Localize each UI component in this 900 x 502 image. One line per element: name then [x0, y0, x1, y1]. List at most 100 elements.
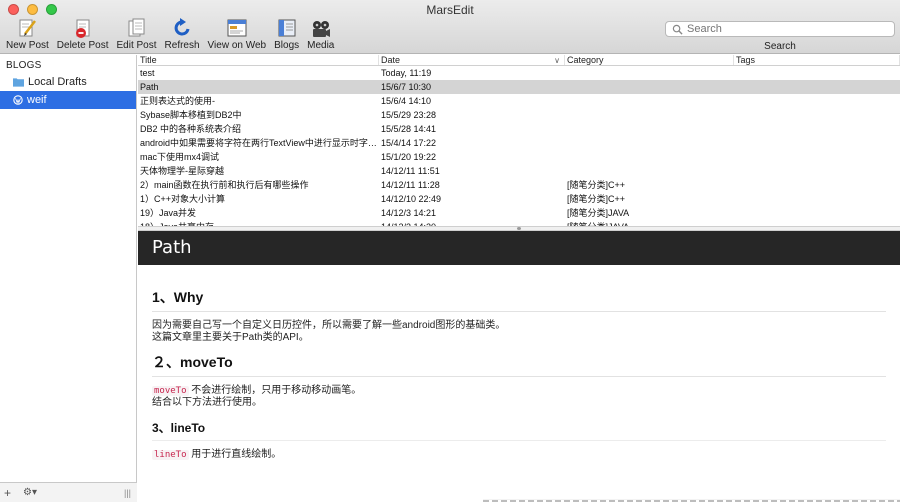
cell-category: [565, 108, 734, 122]
cell-tags: [734, 192, 900, 206]
table-row[interactable]: 2）main函数在执行前和执行后有哪些操作 14/12/11 11:28 [随笔分类…: [138, 178, 900, 192]
edit-post-button[interactable]: Edit Post: [113, 17, 161, 51]
column-header-category[interactable]: Category: [565, 55, 734, 65]
media-label: Media: [307, 40, 335, 51]
search-icon: [672, 24, 683, 35]
cell-title: Path: [140, 82, 159, 92]
add-blog-button[interactable]: +: [4, 486, 11, 500]
cell-tags: [734, 66, 900, 80]
table-row[interactable]: 正则表达式的使用- 15/6/4 14:10: [138, 94, 900, 108]
refresh-label: Refresh: [164, 40, 200, 51]
column-header-date-label: Date: [381, 55, 401, 65]
cell-date: 15/5/28 14:41: [381, 124, 437, 134]
blogs-sidebar: BLOGS Local Drafts weif + ⚙▾ |||: [0, 55, 137, 502]
cell-date: 15/4/14 17:22: [381, 138, 437, 148]
table-row[interactable]: mac下使用mx4调试 15/1/20 19:22: [138, 150, 900, 164]
cell-tags: [734, 122, 900, 136]
delete-post-label: Delete Post: [56, 40, 109, 51]
refresh-icon: [174, 18, 190, 36]
sidebar-action-menu[interactable]: ⚙▾: [23, 487, 37, 498]
divider-handle-icon[interactable]: [517, 227, 521, 230]
new-post-button[interactable]: New Post: [2, 17, 53, 51]
table-row[interactable]: Path 15/6/7 10:30: [138, 80, 900, 94]
view-on-web-label: View on Web: [207, 40, 267, 51]
cell-date: 15/1/20 19:22: [381, 152, 437, 162]
table-row[interactable]: 19）Java并发 14/12/3 14:21 [随笔分类]JAVA: [138, 206, 900, 220]
sidebar-bottom-bar: + ⚙▾ |||: [0, 482, 137, 502]
section-heading-lineto: 3、lineTo: [152, 419, 886, 441]
blogs-label: Blogs: [274, 40, 300, 51]
paragraph-text: 用于进行直线绘制。: [188, 449, 282, 460]
cell-title: android中如果需要将字符在两行TextView中进行显示时字…: [140, 138, 377, 148]
view-on-web-button[interactable]: View on Web: [204, 17, 271, 51]
preview-title: Path: [138, 231, 900, 265]
cell-category: [随笔分类]C++: [567, 194, 626, 204]
new-post-icon: [19, 19, 37, 37]
delete-post-button[interactable]: Delete Post: [53, 17, 113, 51]
cell-tags: [734, 164, 900, 178]
cell-tags: [734, 80, 900, 94]
cell-title: test: [140, 68, 155, 78]
cell-title: 1）C++对象大小计算: [140, 194, 226, 204]
paragraph-line: 结合以下方法进行使用。: [152, 397, 262, 408]
cell-category: [565, 164, 734, 178]
title-toolbar: MarsEdit New Post Delete Post Edit Post …: [0, 0, 900, 54]
edit-post-label: Edit Post: [116, 40, 157, 51]
paragraph-line: 这篇文章里主要关于Path类的API。: [152, 332, 309, 343]
table-row[interactable]: android中如果需要将字符在两行TextView中进行显示时字… 15/4/1…: [138, 136, 900, 150]
post-list: Title Date ∨ Category Tags test Today, 11…: [138, 55, 900, 226]
paragraph: moveTo 不会进行绘制，只用于移动移动画笔。 结合以下方法进行使用。: [152, 385, 886, 409]
table-row[interactable]: 天体物理学-星际穿越 14/12/11 11:51: [138, 164, 900, 178]
cell-category: [565, 136, 734, 150]
wordpress-icon: [13, 95, 23, 105]
cell-date: Today, 11:19: [381, 68, 432, 78]
post-list-header: Title Date ∨ Category Tags: [138, 55, 900, 66]
media-button[interactable]: Media: [303, 17, 338, 51]
cell-category: [565, 94, 734, 108]
cell-date: 15/5/29 23:28: [381, 110, 437, 120]
new-post-label: New Post: [6, 40, 49, 51]
cell-category: [565, 80, 734, 94]
search-label: Search: [764, 41, 796, 52]
table-row[interactable]: Sybase脚本移植到DB2中 15/5/29 23:28: [138, 108, 900, 122]
folder-icon: [13, 78, 24, 87]
cell-title: 天体物理学-星际穿越: [140, 166, 224, 176]
sidebar-heading: BLOGS: [6, 60, 42, 71]
window-title: MarsEdit: [426, 3, 474, 17]
cell-date: 14/12/11 11:28: [381, 180, 440, 190]
table-row[interactable]: test Today, 11:19: [138, 66, 900, 80]
cell-title: 19）Java并发: [140, 208, 197, 218]
cell-category: [565, 122, 734, 136]
table-row[interactable]: 1）C++对象大小计算 14/12/10 22:49 [随笔分类]C++: [138, 192, 900, 206]
toolbar: New Post Delete Post Edit Post Refresh V…: [2, 17, 338, 51]
search-field[interactable]: [665, 21, 895, 37]
search-input[interactable]: [687, 23, 877, 35]
cell-category: [随笔分类]JAVA: [567, 208, 630, 218]
cell-title: Sybase脚本移植到DB2中: [140, 110, 242, 120]
view-on-web-icon: [227, 19, 247, 37]
resize-grip-icon[interactable]: |||: [124, 488, 131, 498]
inline-code: moveTo: [152, 386, 189, 396]
section-heading-why: 1、Why: [152, 287, 886, 312]
column-header-title[interactable]: Title: [138, 55, 379, 65]
column-header-date[interactable]: Date ∨: [379, 55, 565, 65]
cell-category: [565, 150, 734, 164]
cell-title: DB2 中的各种系统表介绍: [140, 124, 242, 134]
cell-tags: [734, 136, 900, 150]
cell-title: 2）main函数在执行前和执行后有哪些操作: [140, 180, 309, 190]
cell-date: 15/6/4 14:10: [381, 96, 432, 106]
cell-date: 14/12/10 22:49: [381, 194, 442, 204]
sidebar-item-local-drafts[interactable]: Local Drafts: [0, 73, 136, 91]
cell-category: [565, 66, 734, 80]
cell-tags: [734, 206, 900, 220]
cell-date: 14/12/3 14:21: [381, 208, 437, 218]
table-row[interactable]: DB2 中的各种系统表介绍 15/5/28 14:41: [138, 122, 900, 136]
sidebar-item-label: Local Drafts: [28, 76, 87, 88]
cell-tags: [734, 108, 900, 122]
sidebar-item-weif[interactable]: weif: [0, 91, 136, 109]
paragraph-line: 因为需要自己写一个自定义日历控件，所以需要了解一些android图形的基础类。: [152, 320, 506, 331]
blogs-button[interactable]: Blogs: [270, 17, 303, 51]
column-header-tags[interactable]: Tags: [734, 55, 900, 65]
refresh-button[interactable]: Refresh: [161, 17, 204, 51]
cell-title: 正则表达式的使用-: [140, 96, 215, 106]
